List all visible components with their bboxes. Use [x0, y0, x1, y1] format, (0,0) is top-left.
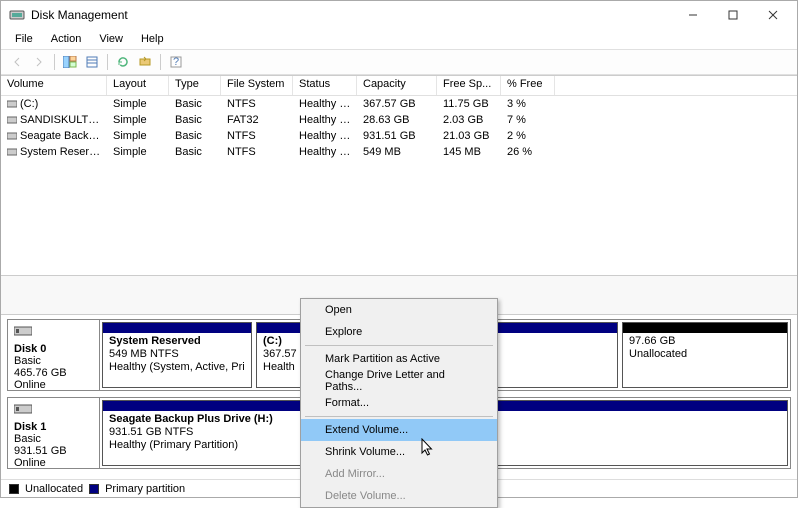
layout-button[interactable] — [60, 52, 80, 72]
partition-bar — [623, 323, 787, 333]
rescan-button[interactable] — [135, 52, 155, 72]
close-button[interactable] — [753, 1, 793, 29]
maximize-button[interactable] — [713, 1, 753, 29]
forward-button[interactable] — [29, 52, 49, 72]
volume-icon — [7, 147, 17, 157]
volume-icon — [7, 115, 17, 125]
back-button[interactable] — [7, 52, 27, 72]
context-shrink-volume[interactable]: Shrink Volume... — [301, 441, 497, 463]
partition-unallocated[interactable]: 97.66 GBUnallocated — [622, 322, 788, 388]
titlebar: Disk Management — [1, 1, 797, 29]
disk-icon — [14, 402, 32, 416]
volume-row[interactable]: (C:) SimpleBasicNTFSHealthy (B...367.57 … — [1, 96, 797, 112]
volume-icon — [7, 131, 17, 141]
context-extend-volume[interactable]: Extend Volume... — [301, 419, 497, 441]
context-mark-active[interactable]: Mark Partition as Active — [301, 348, 497, 370]
context-format[interactable]: Format... — [301, 392, 497, 414]
app-icon — [9, 7, 25, 23]
window-title: Disk Management — [31, 8, 673, 22]
volume-list: Volume Layout Type File System Status Ca… — [1, 75, 797, 275]
menu-view[interactable]: View — [91, 31, 131, 47]
svg-text:?: ? — [173, 56, 179, 68]
menubar: File Action View Help — [1, 29, 797, 49]
column-headers: Volume Layout Type File System Status Ca… — [1, 76, 797, 96]
volume-row[interactable]: SANDISKULTR (F:) SimpleBasicFAT32Healthy… — [1, 112, 797, 128]
context-menu: Open Explore Mark Partition as Active Ch… — [300, 298, 498, 508]
volume-icon — [7, 99, 17, 109]
legend-unallocated: Unallocated — [25, 483, 83, 495]
context-separator — [305, 416, 493, 417]
disk-icon — [14, 324, 32, 338]
menu-action[interactable]: Action — [43, 31, 90, 47]
minimize-button[interactable] — [673, 1, 713, 29]
disk-info[interactable]: Disk 0 Basic 465.76 GB Online — [8, 320, 100, 390]
menu-help[interactable]: Help — [133, 31, 172, 47]
col-filesystem[interactable]: File System — [221, 76, 293, 95]
col-pctfree[interactable]: % Free — [501, 76, 555, 95]
context-separator — [305, 345, 493, 346]
help-button[interactable]: ? — [166, 52, 186, 72]
col-type[interactable]: Type — [169, 76, 221, 95]
context-delete-volume[interactable]: Delete Volume... — [301, 485, 497, 507]
volume-row[interactable]: System Reserved SimpleBasicNTFSHealthy (… — [1, 144, 797, 160]
menu-file[interactable]: File — [7, 31, 41, 47]
col-capacity[interactable]: Capacity — [357, 76, 437, 95]
context-open[interactable]: Open — [301, 299, 497, 321]
col-status[interactable]: Status — [293, 76, 357, 95]
settings-button[interactable] — [82, 52, 102, 72]
refresh-button[interactable] — [113, 52, 133, 72]
col-layout[interactable]: Layout — [107, 76, 169, 95]
context-change-letter[interactable]: Change Drive Letter and Paths... — [301, 370, 497, 392]
partition-system-reserved[interactable]: System Reserved549 MB NTFSHealthy (Syste… — [102, 322, 252, 388]
legend-primary: Primary partition — [105, 483, 185, 495]
legend-swatch-unallocated — [9, 484, 19, 494]
col-freespace[interactable]: Free Sp... — [437, 76, 501, 95]
context-explore[interactable]: Explore — [301, 321, 497, 343]
partition-bar — [103, 323, 251, 333]
legend-swatch-primary — [89, 484, 99, 494]
volume-row[interactable]: Seagate Backup Pl... SimpleBasicNTFSHeal… — [1, 128, 797, 144]
toolbar: ? — [1, 49, 797, 75]
disk-info[interactable]: Disk 1 Basic 931.51 GB Online — [8, 398, 100, 468]
col-volume[interactable]: Volume — [1, 76, 107, 95]
context-add-mirror[interactable]: Add Mirror... — [301, 463, 497, 485]
